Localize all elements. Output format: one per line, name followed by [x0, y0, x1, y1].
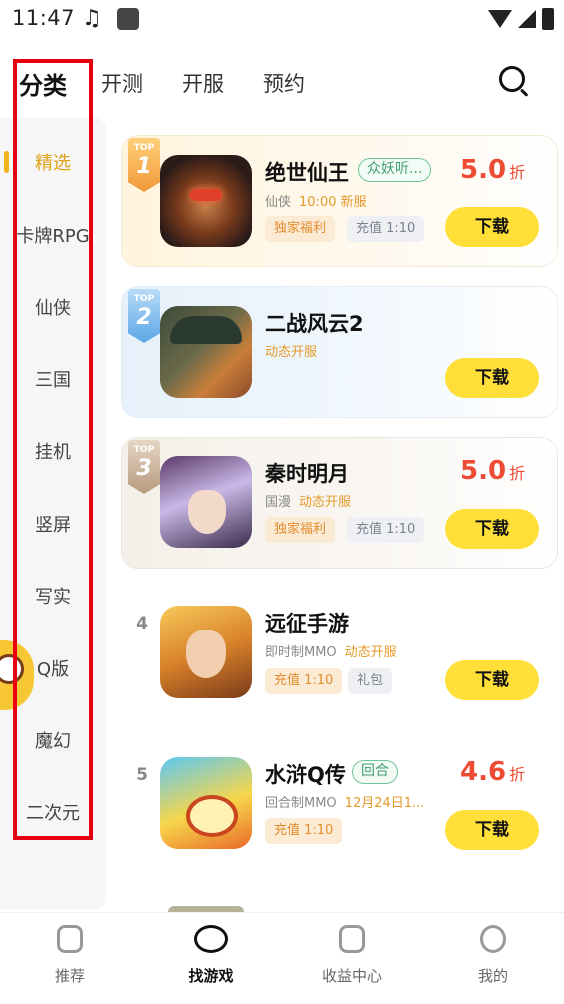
- game-server-time: 12月24日1...: [344, 796, 425, 811]
- game-meta: 即时制MMO 动态开服: [265, 641, 397, 660]
- game-icon[interactable]: [160, 757, 252, 849]
- rank-number: 5: [136, 765, 148, 785]
- recommend-icon: [57, 925, 83, 953]
- game-genre: 国漫: [265, 495, 292, 510]
- music-note-icon: ♫: [82, 6, 102, 31]
- download-button[interactable]: 下载: [445, 660, 539, 700]
- tab-category[interactable]: 分类: [19, 66, 67, 101]
- game-genre: 回合制MMO: [265, 796, 337, 811]
- category-item-vertical[interactable]: 竖屏: [0, 511, 106, 537]
- discount-label: 5.0 折: [460, 155, 525, 185]
- discount-value: 5.0: [460, 155, 507, 185]
- bottom-nav-earnings[interactable]: 收益中心: [302, 925, 402, 986]
- wifi-icon: [488, 10, 512, 28]
- bottom-nav-label: 推荐: [54, 967, 85, 985]
- game-icon[interactable]: [160, 606, 252, 698]
- top-tab-bar: 分类 开测 开服 预约: [0, 54, 564, 110]
- profile-icon: [480, 925, 506, 953]
- chip-recharge: 充值 1:10: [265, 818, 343, 844]
- download-button[interactable]: 下载: [445, 810, 539, 850]
- rank-number: 3: [136, 456, 152, 481]
- download-button[interactable]: 下载: [445, 207, 539, 247]
- game-meta: 国漫 动态开服: [265, 491, 351, 510]
- status-icons: [488, 8, 554, 30]
- chip-recharge: 充值 1:10: [347, 517, 425, 543]
- game-name: 二战风云2: [265, 312, 364, 336]
- game-name: 远征手游: [265, 612, 349, 636]
- rank-top-label: TOP: [133, 143, 155, 153]
- game-tag: 众妖听...: [358, 158, 432, 182]
- bottom-nav-label: 找游戏: [188, 967, 234, 985]
- bag-icon: [339, 925, 365, 953]
- bottom-nav-label: 我的: [477, 967, 508, 985]
- discount-value: 4.6: [460, 757, 507, 787]
- game-server-time: 10:00 新服: [299, 195, 367, 210]
- chip-gift: 礼包: [348, 668, 393, 694]
- chip-exclusive: 独家福利: [265, 517, 336, 543]
- category-item-realistic[interactable]: 写实: [0, 583, 106, 609]
- bottom-nav-mine[interactable]: 我的: [443, 925, 543, 986]
- game-meta: 动态开服: [265, 341, 317, 360]
- chip-exclusive: 独家福利: [265, 216, 336, 242]
- game-name: 绝世仙王: [265, 161, 349, 185]
- bottom-nav-label: 收益中心: [321, 967, 382, 985]
- discount-label: 4.6 折: [460, 757, 525, 787]
- category-item-xianxia[interactable]: 仙侠: [0, 294, 106, 320]
- discount-unit: 折: [509, 464, 526, 483]
- category-item-three-kingdoms[interactable]: 三国: [0, 366, 106, 392]
- game-server-time: 动态开服: [344, 645, 397, 660]
- bottom-nav-find-game[interactable]: 找游戏: [161, 925, 261, 986]
- category-item-featured[interactable]: 精选: [0, 149, 106, 175]
- category-item-idle[interactable]: 挂机: [0, 438, 106, 464]
- status-bar: 11:47 ♫: [0, 0, 564, 40]
- rank-badge-2: TOP 2: [128, 289, 160, 343]
- download-button[interactable]: 下载: [445, 509, 539, 549]
- rank-badge-1: TOP 1: [128, 138, 160, 192]
- game-icon[interactable]: [160, 155, 252, 247]
- bottom-nav-bar: 推荐 找游戏 收益中心 我的: [0, 912, 564, 1004]
- tab-open-server[interactable]: 开服: [182, 68, 224, 98]
- notification-icon: [117, 8, 139, 30]
- rank-top-label: TOP: [133, 445, 155, 455]
- status-time: 11:47: [12, 6, 76, 30]
- game-tag: 回合: [352, 760, 398, 784]
- rank-number: 2: [136, 305, 152, 330]
- bottom-nav-recommend[interactable]: 推荐: [20, 925, 120, 986]
- rank-number: 1: [136, 154, 152, 179]
- game-meta: 回合制MMO 12月24日1...: [265, 792, 424, 811]
- chip-recharge: 充值 1:10: [347, 216, 425, 242]
- tab-open-test[interactable]: 开测: [101, 68, 143, 98]
- search-icon[interactable]: [497, 64, 531, 98]
- discount-label: 5.0 折: [460, 456, 525, 486]
- rank-top-label: TOP: [133, 294, 155, 304]
- category-item-anime[interactable]: 二次元: [0, 799, 106, 825]
- gamepad-icon: [194, 925, 228, 953]
- game-name: 水浒Q传: [265, 763, 346, 787]
- game-meta: 仙侠 10:00 新服: [265, 191, 367, 210]
- category-item-card-rpg[interactable]: 卡牌RPG: [0, 222, 106, 248]
- game-server-time: 动态开服: [299, 495, 352, 510]
- game-genre: 即时制MMO: [265, 645, 337, 660]
- signal-icon: [518, 10, 536, 28]
- battery-icon: [542, 8, 554, 30]
- discount-value: 5.0: [460, 456, 507, 486]
- category-item-fantasy[interactable]: 魔幻: [0, 727, 106, 753]
- rank-number: 4: [136, 614, 148, 634]
- game-server-time: 动态开服: [265, 345, 318, 360]
- game-icon[interactable]: [160, 456, 252, 548]
- tab-reservation[interactable]: 预约: [263, 68, 305, 98]
- game-name: 秦时明月: [265, 462, 349, 486]
- download-button[interactable]: 下载: [445, 358, 539, 398]
- discount-unit: 折: [509, 163, 526, 182]
- chip-recharge: 充值 1:10: [265, 668, 343, 694]
- discount-unit: 折: [509, 765, 526, 784]
- game-genre: 仙侠: [265, 195, 292, 210]
- game-icon[interactable]: [160, 306, 252, 398]
- rank-badge-3: TOP 3: [128, 440, 160, 494]
